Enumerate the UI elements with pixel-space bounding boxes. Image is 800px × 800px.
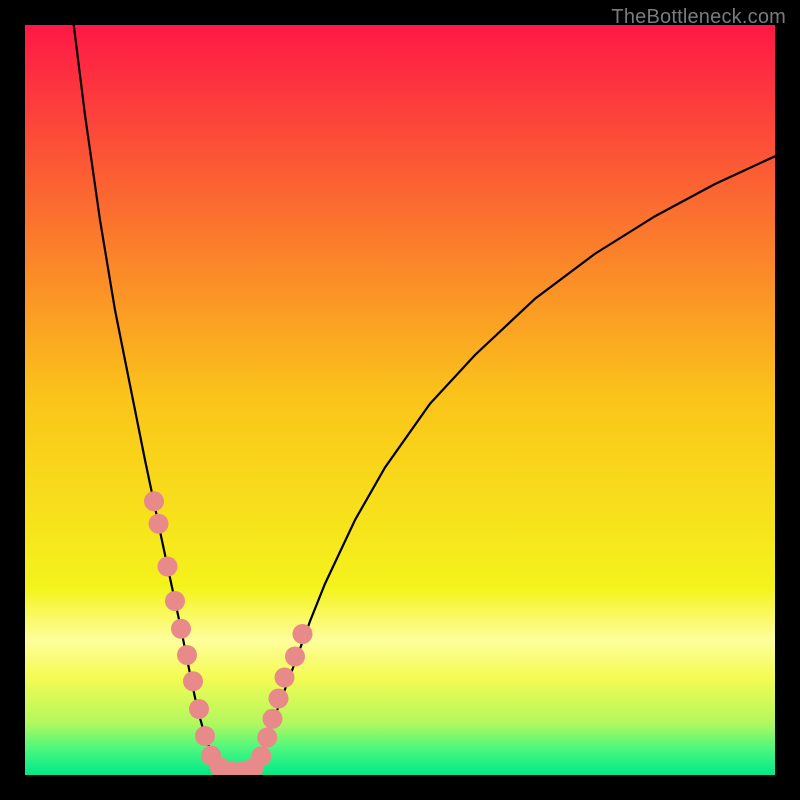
data-point <box>158 557 178 577</box>
chart-svg <box>25 25 775 775</box>
chart-background <box>25 25 775 775</box>
data-point <box>293 624 313 644</box>
data-point <box>263 709 283 729</box>
data-point <box>183 671 203 691</box>
plot-area <box>25 25 775 775</box>
data-point <box>195 726 215 746</box>
data-point <box>269 689 289 709</box>
data-point <box>171 619 191 639</box>
data-point <box>149 514 169 534</box>
data-point <box>285 647 305 667</box>
chart-stage: TheBottleneck.com <box>0 0 800 800</box>
data-point <box>165 591 185 611</box>
data-point <box>275 668 295 688</box>
data-point <box>251 746 271 766</box>
data-point <box>144 491 164 511</box>
data-point <box>177 645 197 665</box>
data-point <box>189 699 209 719</box>
data-point <box>257 728 277 748</box>
